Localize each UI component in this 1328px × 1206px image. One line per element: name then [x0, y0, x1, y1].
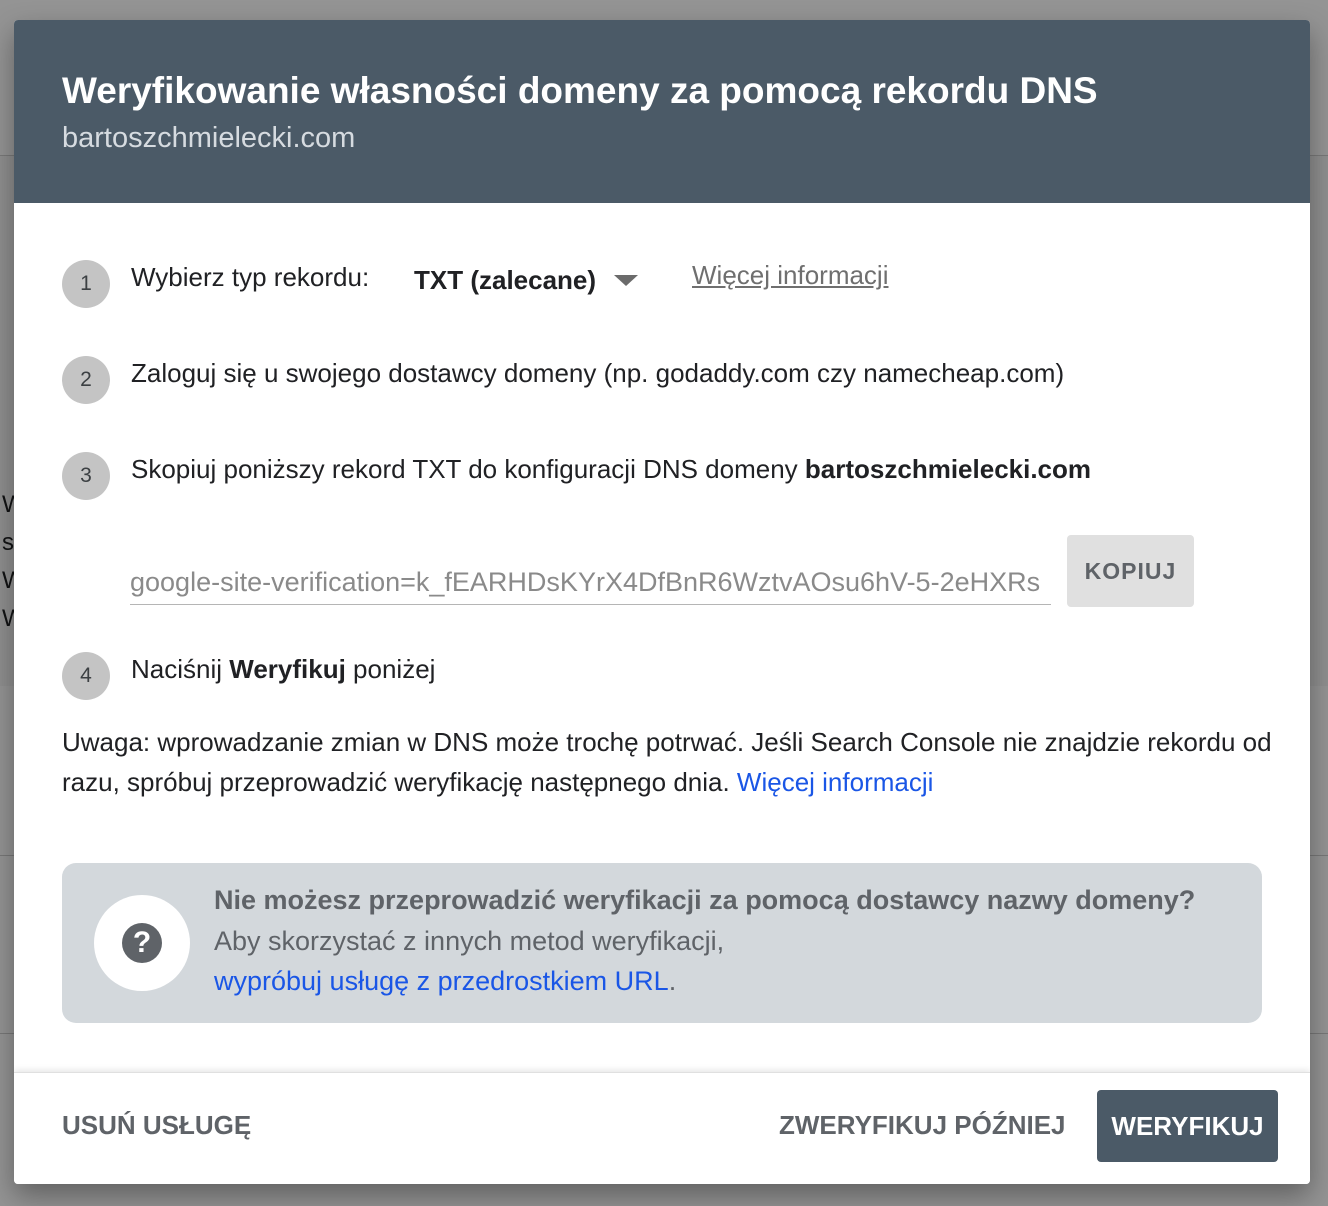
step-4-text-after: poniżej: [345, 654, 436, 684]
dialog-header: Weryfikowanie własności domeny za pomocą…: [14, 20, 1310, 203]
dns-verification-dialog: Weryfikowanie własności domeny za pomocą…: [14, 20, 1310, 1184]
info-box-link-row: wypróbuj usługę z przedrostkiem URL.: [214, 966, 676, 997]
more-info-link[interactable]: Więcej informacji: [692, 260, 889, 291]
step-2-text: Zaloguj się u swojego dostawcy domeny (n…: [131, 358, 1065, 388]
step-number-badge: 3: [62, 452, 110, 500]
dns-delay-note: Uwaga: wprowadzanie zmian w DNS może tro…: [62, 722, 1272, 802]
step-number-badge: 2: [62, 356, 110, 404]
step-1-label: Wybierz typ rekordu:: [131, 262, 370, 292]
step-4-text: Naciśnij Weryfikuj poniżej: [131, 654, 435, 685]
dropdown-arrow-icon: [614, 274, 639, 286]
copy-button[interactable]: KOPIUJ: [1067, 535, 1194, 607]
alternative-method-box: ? Nie możesz przeprowadzić weryfikacji z…: [62, 863, 1262, 1023]
step-number-badge: 1: [62, 260, 110, 308]
help-icon-circle: ?: [94, 895, 190, 991]
record-type-value: TXT (zalecane): [414, 264, 597, 295]
dialog-subtitle-domain: bartoszchmielecki.com: [62, 122, 356, 154]
txt-record-field[interactable]: [130, 560, 1051, 605]
note-text: Uwaga: wprowadzanie zmian w DNS może tro…: [62, 727, 1272, 797]
verify-button[interactable]: WERYFIKUJ: [1097, 1090, 1278, 1162]
step-4-text-before: Naciśnij: [131, 654, 230, 684]
info-box-text: Aby skorzystać z innych metod weryfikacj…: [214, 926, 725, 956]
verify-later-button[interactable]: ZWERYFIKUJ PÓŹNIEJ: [779, 1110, 1066, 1141]
step-3-domain: bartoszchmielecki.com: [804, 454, 1092, 484]
note-more-info-link[interactable]: Więcej informacji: [737, 767, 934, 797]
step-number-badge: 4: [62, 652, 110, 700]
step-3-text: Skopiuj poniższy rekord TXT do konfigura…: [131, 454, 1091, 485]
url-prefix-property-link[interactable]: wypróbuj usługę z przedrostkiem URL: [214, 966, 669, 996]
step-3-text-prefix: Skopiuj poniższy rekord TXT do konfigura…: [131, 454, 805, 484]
info-box-link-suffix: .: [668, 966, 677, 996]
remove-property-button[interactable]: USUŃ USŁUGĘ: [62, 1110, 251, 1141]
step-4-text-bold: Weryfikuj: [229, 654, 346, 684]
record-type-dropdown[interactable]: TXT (zalecane): [414, 260, 639, 300]
help-icon: ?: [122, 923, 162, 963]
dialog-title: Weryfikowanie własności domeny za pomocą…: [62, 70, 1098, 111]
info-box-title: Nie możesz przeprowadzić weryfikacji za …: [214, 885, 1196, 915]
dialog-footer: USUŃ USŁUGĘ ZWERYFIKUJ PÓŹNIEJ WERYFIKUJ: [14, 1072, 1310, 1184]
